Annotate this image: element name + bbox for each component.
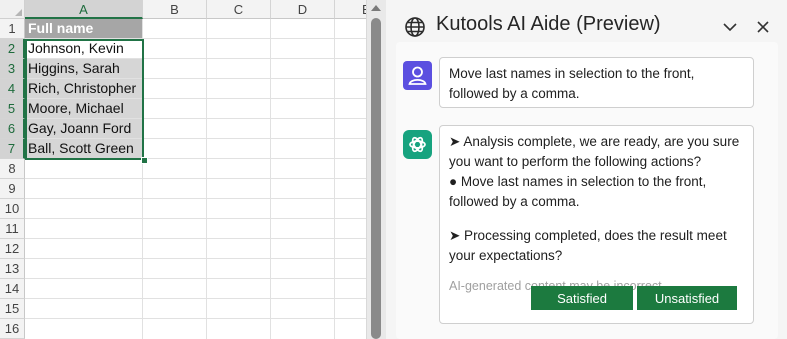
vertical-scrollbar-thumb[interactable] (371, 18, 381, 339)
user-message-bubble: Move last names in selection to the fron… (439, 57, 754, 108)
globe-icon (405, 17, 425, 37)
user-avatar-icon (403, 61, 432, 90)
user-message-text: Move last names in selection to the fron… (449, 66, 695, 101)
fill-handle[interactable] (141, 157, 148, 164)
ai-response-line-2: ● Move last names in selection to the fr… (449, 174, 707, 209)
grid-lines (25, 19, 366, 339)
ai-assistant-avatar-icon (403, 130, 432, 159)
ai-response-line-3: ➤ Processing completed, does the result … (449, 228, 727, 263)
pane-title: Kutools AI Aide (Preview) (436, 13, 661, 35)
spreadsheet-grid[interactable]: A B C D E 1 2 3 4 5 6 7 8 9 10 11 12 13 … (0, 0, 366, 339)
ai-response-line-1: ➤ Analysis complete, we are ready, are y… (449, 134, 740, 169)
scroll-up-arrow-icon[interactable] (371, 5, 381, 11)
unsatisfied-button[interactable]: Unsatisfied (637, 286, 737, 310)
satisfied-button[interactable]: Satisfied (531, 286, 633, 310)
close-icon[interactable] (754, 18, 772, 36)
chevron-down-icon[interactable] (721, 19, 739, 35)
